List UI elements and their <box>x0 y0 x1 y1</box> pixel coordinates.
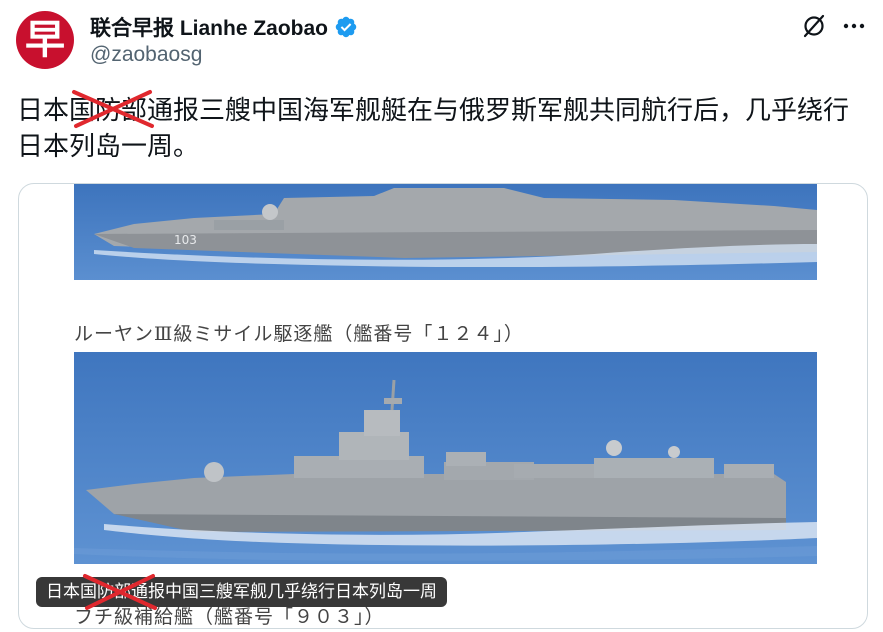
author-handle[interactable]: @zaobaosg <box>90 43 202 67</box>
avatar[interactable]: 早 <box>16 11 74 69</box>
ship-photo-bottom[interactable] <box>74 352 817 564</box>
tweet-text: 日本国防部通报三艘中国海军舰艇在与俄罗斯军舰共同航行后，几乎绕行日本列岛一周。 <box>17 96 850 162</box>
photo-caption-1: ルーヤンⅢ級ミサイル駆逐艦（艦番号「１２４」） <box>74 323 524 345</box>
author-name-row: 联合早报 Lianhe Zaobao <box>90 12 358 42</box>
avatar-glyph: 早 <box>25 17 65 63</box>
more-icon <box>843 23 865 29</box>
tweet-media[interactable]: 103 ルーヤンⅢ級ミサイル駆逐艦（艦番号「１２４」） フチ級補給艦（艦番号「９… <box>18 183 868 629</box>
more-button[interactable] <box>838 10 870 42</box>
verified-badge-icon <box>335 16 357 38</box>
grok-icon <box>803 14 825 38</box>
ship-photo-top[interactable]: 103 <box>74 184 817 280</box>
hull-number-top: 103 <box>174 233 197 247</box>
media-title-overlay: 日本国防部通报中国三艘军舰几乎绕行日本列岛一周 <box>36 577 447 607</box>
grok-button[interactable] <box>798 10 830 42</box>
display-name[interactable]: 联合早报 Lianhe Zaobao <box>90 12 328 42</box>
